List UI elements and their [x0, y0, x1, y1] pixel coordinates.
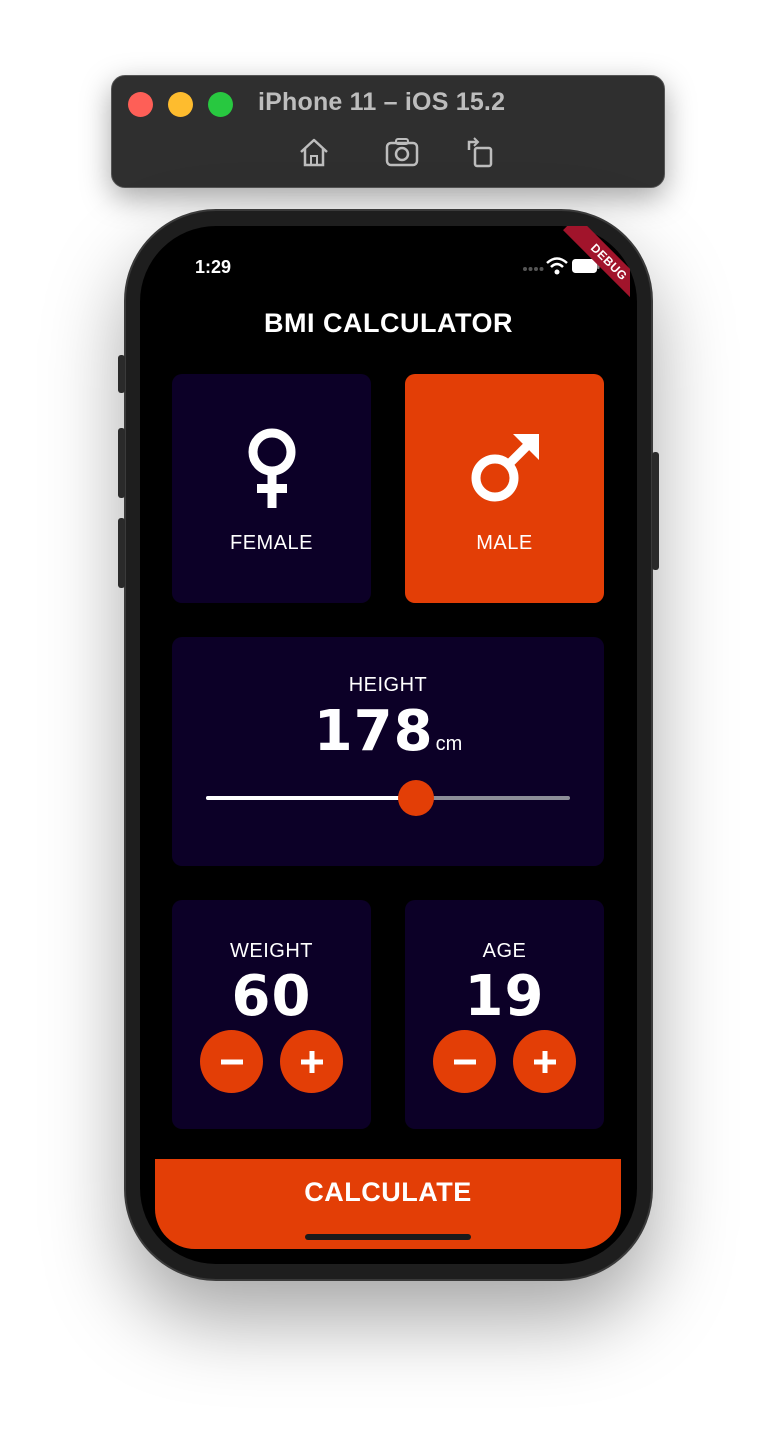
- power-button: [652, 452, 659, 570]
- calculate-label: CALCULATE: [304, 1177, 472, 1207]
- home-indicator[interactable]: [305, 1234, 471, 1240]
- plus-icon: [300, 1050, 323, 1073]
- height-slider-fill: [206, 796, 417, 800]
- height-slider-thumb[interactable]: [398, 780, 435, 816]
- volume-down-button: [118, 518, 125, 588]
- mute-switch: [118, 355, 125, 393]
- age-value: 19: [464, 964, 545, 1029]
- plus-icon: [533, 1050, 556, 1073]
- height-value: 178: [313, 699, 434, 764]
- height-unit: cm: [435, 733, 463, 755]
- male-card[interactable]: MALE: [405, 374, 604, 603]
- page-title: BMI CALCULATOR: [264, 308, 513, 338]
- age-decrement-button[interactable]: [433, 1030, 496, 1093]
- minimize-window-button[interactable]: [168, 92, 193, 117]
- weight-value: 60: [231, 964, 312, 1029]
- minus-icon: [220, 1059, 243, 1064]
- rotate-icon[interactable]: [465, 136, 499, 170]
- volume-up-button: [118, 428, 125, 498]
- female-label: FEMALE: [229, 532, 314, 554]
- weight-label: WEIGHT: [230, 940, 313, 962]
- status-time: 1:29: [195, 257, 232, 277]
- male-icon: [471, 434, 539, 502]
- weight-card: WEIGHT 60: [172, 900, 371, 1129]
- height-label: HEIGHT: [348, 674, 428, 696]
- zoom-window-button[interactable]: [208, 92, 233, 117]
- simulator-title: iPhone 11 – iOS 15.2: [258, 88, 506, 116]
- age-value-wrap: 19: [405, 964, 604, 1029]
- age-card: AGE 19: [405, 900, 604, 1129]
- height-card: HEIGHT 178 cm: [172, 637, 604, 866]
- age-label: AGE: [482, 940, 527, 962]
- minus-icon: [453, 1059, 476, 1064]
- close-window-button[interactable]: [128, 92, 153, 117]
- height-slider[interactable]: [206, 780, 570, 816]
- height-value-row: 178 cm: [172, 699, 604, 764]
- male-label: MALE: [476, 532, 533, 554]
- weight-decrement-button[interactable]: [200, 1030, 263, 1093]
- female-card[interactable]: FEMALE: [172, 374, 371, 603]
- debug-label: DEBUG: [563, 226, 630, 308]
- age-increment-button[interactable]: [513, 1030, 576, 1093]
- female-icon: [248, 428, 295, 508]
- debug-banner: DEBUG: [540, 226, 630, 316]
- weight-increment-button[interactable]: [280, 1030, 343, 1093]
- screenshot-icon[interactable]: [385, 136, 419, 170]
- weight-value-wrap: 60: [172, 964, 371, 1029]
- home-icon[interactable]: [297, 136, 331, 170]
